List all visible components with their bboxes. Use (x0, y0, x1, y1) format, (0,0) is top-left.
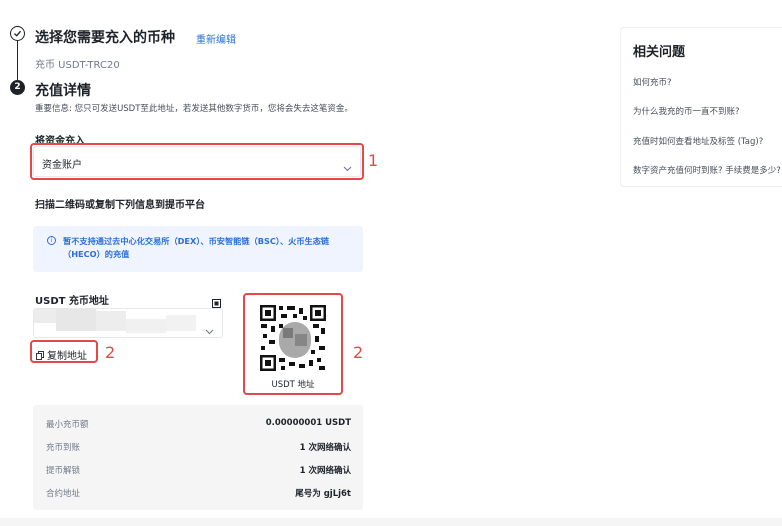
account-select[interactable]: 资金账户 (33, 146, 361, 177)
detail-value: 0.00000001 USDT (265, 418, 351, 428)
info-icon: i (47, 236, 56, 245)
address-label: USDT 充币地址 (35, 296, 109, 307)
detail-key: 合约地址 (46, 489, 81, 499)
detail-value: 1 次网络确认 (299, 466, 351, 476)
step2-number-badge: 2 (10, 80, 25, 95)
faq-panel: 相关问题 如何充币? 为什么我充的币一直不到账? 充值时如何查看地址及标签 (T… (620, 27, 782, 187)
chevron-down-icon (343, 157, 352, 176)
annotation-number-1: 1 (368, 151, 379, 170)
important-notice: 重要信息: 您只可发送USDT至此地址，若发送其他数字货币，您将会失去这笔资金。 (35, 104, 353, 114)
address-chevron-down-icon (205, 320, 214, 337)
copy-address-label: 复制地址 (47, 351, 87, 362)
step1-check-icon (10, 26, 25, 41)
deposit-qr-code (259, 304, 327, 376)
step1-title: 选择您需要充入的币种 (35, 30, 175, 46)
info-notice-box: i 暂不支持通过去中心化交易所（DEX）、币安智能链（BSC）、火币生态链（HE… (33, 226, 363, 272)
faq-item[interactable]: 为什么我充的币一直不到账? (633, 105, 740, 117)
info-notice-text: 暂不支持通过去中心化交易所（DEX）、币安智能链（BSC）、火币生态链（HECO… (63, 236, 330, 259)
detail-value: 尾号为 gjLj6t (295, 489, 351, 499)
faq-item[interactable]: 如何充币? (633, 76, 672, 88)
edit-coin-link[interactable]: 重新编辑 (196, 31, 236, 46)
selected-coin-text: 充币 USDT-TRC20 (35, 60, 120, 71)
faq-item[interactable]: 数字资产充值何时到账? 手续费是多少? (633, 164, 781, 176)
copy-address-button[interactable]: 复制地址 (36, 345, 87, 364)
deposit-details-table: 最小充币额 0.00000001 USDT 充币到账 1 次网络确认 提币解锁 … (33, 405, 363, 510)
scan-instruction: 扫描二维码或复制下列信息到提币平台 (35, 200, 205, 211)
detail-value: 1 次网络确认 (299, 443, 351, 453)
copy-icon (36, 345, 44, 364)
step-connector-line (17, 40, 18, 80)
faq-item[interactable]: 充值时如何查看地址及标签 (Tag)? (633, 135, 763, 147)
detail-key: 充币到账 (46, 443, 81, 453)
page-bottom-divider (0, 518, 782, 526)
account-select-value: 资金账户 (42, 160, 82, 171)
annotation-number-2a: 2 (105, 343, 116, 362)
deposit-address-field[interactable] (33, 308, 223, 338)
faq-title: 相关问题 (633, 45, 686, 60)
annotation-number-2b: 2 (353, 343, 364, 362)
detail-key: 提币解锁 (46, 466, 81, 476)
detail-key: 最小充币额 (46, 420, 89, 430)
step2-title: 充值详情 (35, 83, 91, 99)
qr-caption: USDT 地址 (271, 380, 315, 390)
